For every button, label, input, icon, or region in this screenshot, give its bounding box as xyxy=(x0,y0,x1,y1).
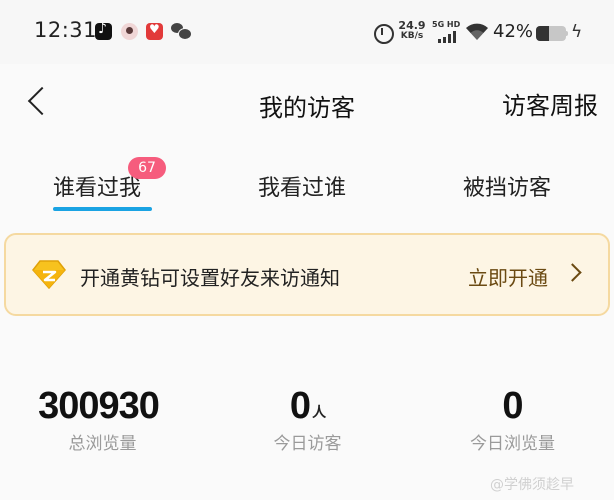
tiktok-icon xyxy=(95,21,112,40)
net-speed-value: 24.9 xyxy=(398,19,426,32)
wifi-icon xyxy=(466,23,488,40)
signal-icon xyxy=(438,31,460,43)
visitor-tabs: 谁看过我 67 我看过谁 被挡访客 xyxy=(0,140,614,224)
open-now-link[interactable]: 立即开通 xyxy=(468,262,548,291)
battery-tip xyxy=(566,31,568,36)
net-speed: 24.9 KB/s xyxy=(398,20,426,42)
red-app-icon xyxy=(146,22,163,40)
stat-label: 今日浏览量 xyxy=(470,434,555,454)
stat-today-visitors: 0人 今日访客 xyxy=(205,384,410,454)
status-bar: 12:31 24.9 KB/s 5G HD 42% ϟ xyxy=(0,0,614,64)
battery-percent: 42% xyxy=(493,21,534,42)
stat-label: 总浏览量 xyxy=(68,434,137,454)
stat-today-views: 0 今日浏览量 xyxy=(410,384,614,454)
yellow-diamond-promo-banner[interactable]: 开通黄钻可设置好友来访通知 立即开通 xyxy=(4,233,610,316)
avatar-icon xyxy=(121,23,138,40)
tab-who-i-viewed[interactable]: 我看过谁 xyxy=(258,170,346,202)
net-speed-unit: KB/s xyxy=(400,31,424,41)
stat-number: 300930 xyxy=(38,385,160,427)
active-tab-indicator xyxy=(53,207,152,211)
weekly-report-button[interactable]: 访客周报 xyxy=(502,86,598,121)
watermark: @学佛须趁早 xyxy=(490,477,574,493)
charging-icon: ϟ xyxy=(571,22,583,42)
stat-number: 0 xyxy=(289,385,311,427)
stat-total-views: 300930 总浏览量 xyxy=(0,384,205,454)
network-type: 5G HD xyxy=(432,20,461,29)
tab-who-viewed-me[interactable]: 谁看过我 xyxy=(53,170,141,202)
stat-label: 今日访客 xyxy=(273,434,342,454)
promo-text: 开通黄钻可设置好友来访通知 xyxy=(80,266,340,290)
stat-value: 300930 xyxy=(0,384,205,428)
alarm-icon xyxy=(372,22,394,44)
battery-icon xyxy=(536,26,566,41)
stat-value: 0 xyxy=(410,384,614,428)
visitor-count-badge: 67 xyxy=(128,157,166,179)
wechat-icon xyxy=(171,23,192,40)
tab-blocked-visitors[interactable]: 被挡访客 xyxy=(463,170,551,202)
chevron-right-icon xyxy=(563,263,582,282)
status-time: 12:31 xyxy=(34,18,98,42)
stat-number: 0 xyxy=(502,385,523,427)
nav-bar: 我的访客 访客周报 xyxy=(0,64,614,140)
stat-unit: 人 xyxy=(312,404,326,420)
stat-value: 0人 xyxy=(205,384,410,428)
yellow-diamond-icon xyxy=(32,260,66,289)
